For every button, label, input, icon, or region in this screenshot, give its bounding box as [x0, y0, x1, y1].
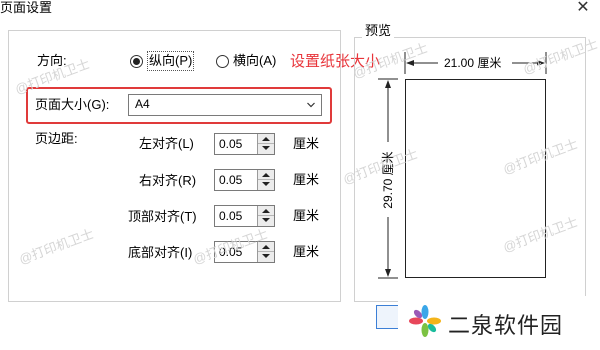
- margin-bottom-label: 底部对齐(I): [128, 245, 193, 260]
- arrow-up-icon: [262, 209, 270, 213]
- margins-label: 页边距:: [35, 131, 78, 146]
- margin-top-label: 顶部对齐(T): [128, 209, 197, 224]
- preview-width-label: 21.00 厘米: [444, 56, 502, 70]
- margin-left-up-button[interactable]: [258, 134, 274, 144]
- portrait-label: 纵向(P): [147, 51, 195, 71]
- margin-right-label: 右对齐(R): [139, 173, 197, 188]
- chevron-down-icon: [307, 102, 315, 108]
- landscape-label: 横向(A): [233, 53, 277, 68]
- margin-top-up-button[interactable]: [258, 206, 274, 216]
- arrow-down-icon: [262, 182, 270, 186]
- arrow-up-icon: [262, 245, 270, 249]
- margin-left-label: 左对齐(L): [139, 136, 194, 151]
- arrow-down-icon: [262, 218, 270, 222]
- close-icon[interactable]: ✕: [574, 0, 592, 18]
- page-size-value: A4: [135, 97, 150, 111]
- margin-right-stepper[interactable]: 0.05: [214, 169, 275, 191]
- arrow-up-icon: [262, 173, 270, 177]
- margin-top-stepper[interactable]: 0.05: [214, 205, 275, 227]
- margin-bottom-down-button[interactable]: [258, 252, 274, 262]
- pinwheel-logo-icon: [409, 305, 441, 337]
- margin-bottom-unit: 厘米: [293, 244, 320, 259]
- margin-top-value: 0.05: [219, 209, 243, 223]
- page-size-select[interactable]: A4: [128, 94, 322, 116]
- margin-left-down-button[interactable]: [258, 144, 274, 154]
- portrait-radio[interactable]: 纵向(P): [130, 51, 195, 71]
- margin-top-unit: 厘米: [293, 208, 320, 223]
- margin-right-value: 0.05: [219, 173, 243, 187]
- margin-right-unit: 厘米: [293, 172, 320, 187]
- arrow-down-icon: [262, 146, 270, 150]
- brand-name: 二泉软件园: [448, 313, 564, 338]
- margin-right-down-button[interactable]: [258, 180, 274, 190]
- arrow-down-icon: [262, 254, 270, 258]
- margin-left-stepper[interactable]: 0.05: [214, 133, 275, 155]
- page-size-label: 页面大小(G):: [35, 97, 110, 112]
- portrait-radio-indicator: [130, 54, 143, 68]
- margin-right-up-button[interactable]: [258, 170, 274, 180]
- landscape-radio-indicator: [216, 54, 229, 68]
- arrow-up-icon: [262, 137, 270, 141]
- landscape-radio[interactable]: 横向(A): [216, 52, 276, 70]
- dialog-title: 页面设置: [0, 0, 53, 15]
- margin-left-unit: 厘米: [293, 136, 320, 151]
- margin-left-value: 0.05: [219, 137, 243, 151]
